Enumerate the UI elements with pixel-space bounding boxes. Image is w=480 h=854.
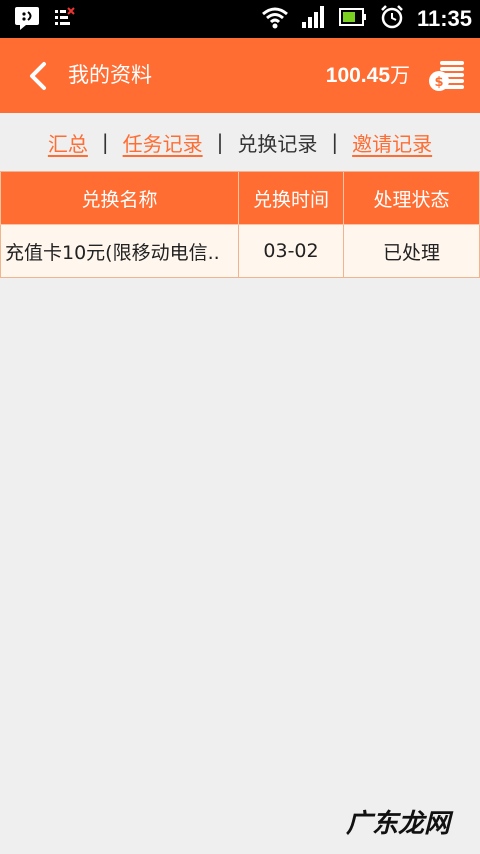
tab-separator: | bbox=[216, 130, 224, 154]
coin-stack-icon[interactable]: $ bbox=[428, 59, 466, 93]
tab-separator: | bbox=[101, 130, 109, 154]
status-bar: 11:35 bbox=[0, 0, 480, 38]
cell-signal-icon bbox=[301, 5, 327, 33]
tab-exchange-records[interactable]: 兑换记录 bbox=[237, 128, 317, 157]
app-header: 我的资料 100.45万 $ bbox=[0, 38, 480, 113]
tab-invite-records[interactable]: 邀请记录 bbox=[352, 128, 432, 157]
back-button[interactable] bbox=[18, 56, 58, 96]
exchange-table: 兑换名称 兑换时间 处理状态 充值卡10元(限移动电信.. 03-02 已处理 bbox=[0, 171, 480, 278]
battery-icon bbox=[338, 7, 367, 31]
chevron-left-icon bbox=[30, 62, 46, 90]
alarm-icon bbox=[379, 4, 405, 34]
svg-text:$: $ bbox=[434, 75, 443, 90]
cell-exchange-name: 充值卡10元(限移动电信.. bbox=[0, 225, 239, 278]
balance-unit: 万 bbox=[390, 63, 410, 87]
table-header-row: 兑换名称 兑换时间 处理状态 bbox=[0, 172, 480, 225]
balance-display: 100.45万 bbox=[326, 38, 410, 114]
column-header-time: 兑换时间 bbox=[239, 172, 344, 225]
tab-summary[interactable]: 汇总 bbox=[48, 128, 88, 157]
cell-exchange-status: 已处理 bbox=[344, 225, 480, 278]
wifi-icon bbox=[261, 5, 289, 33]
signal-x-icon bbox=[54, 7, 76, 33]
tab-separator: | bbox=[331, 130, 339, 154]
balance-value: 100.45 bbox=[325, 64, 390, 87]
cell-exchange-time: 03-02 bbox=[239, 225, 344, 278]
page-title: 我的资料 bbox=[68, 63, 152, 87]
table-row[interactable]: 充值卡10元(限移动电信.. 03-02 已处理 bbox=[0, 225, 480, 278]
watermark: 广东龙网 bbox=[345, 809, 450, 839]
column-header-name: 兑换名称 bbox=[0, 172, 239, 225]
tab-task-records[interactable]: 任务记录 bbox=[123, 128, 203, 157]
status-time: 11:35 bbox=[416, 6, 472, 31]
notification-face-icon bbox=[14, 6, 40, 34]
record-tabs: 汇总 | 任务记录 | 兑换记录 | 邀请记录 bbox=[0, 113, 480, 171]
column-header-status: 处理状态 bbox=[344, 172, 480, 225]
